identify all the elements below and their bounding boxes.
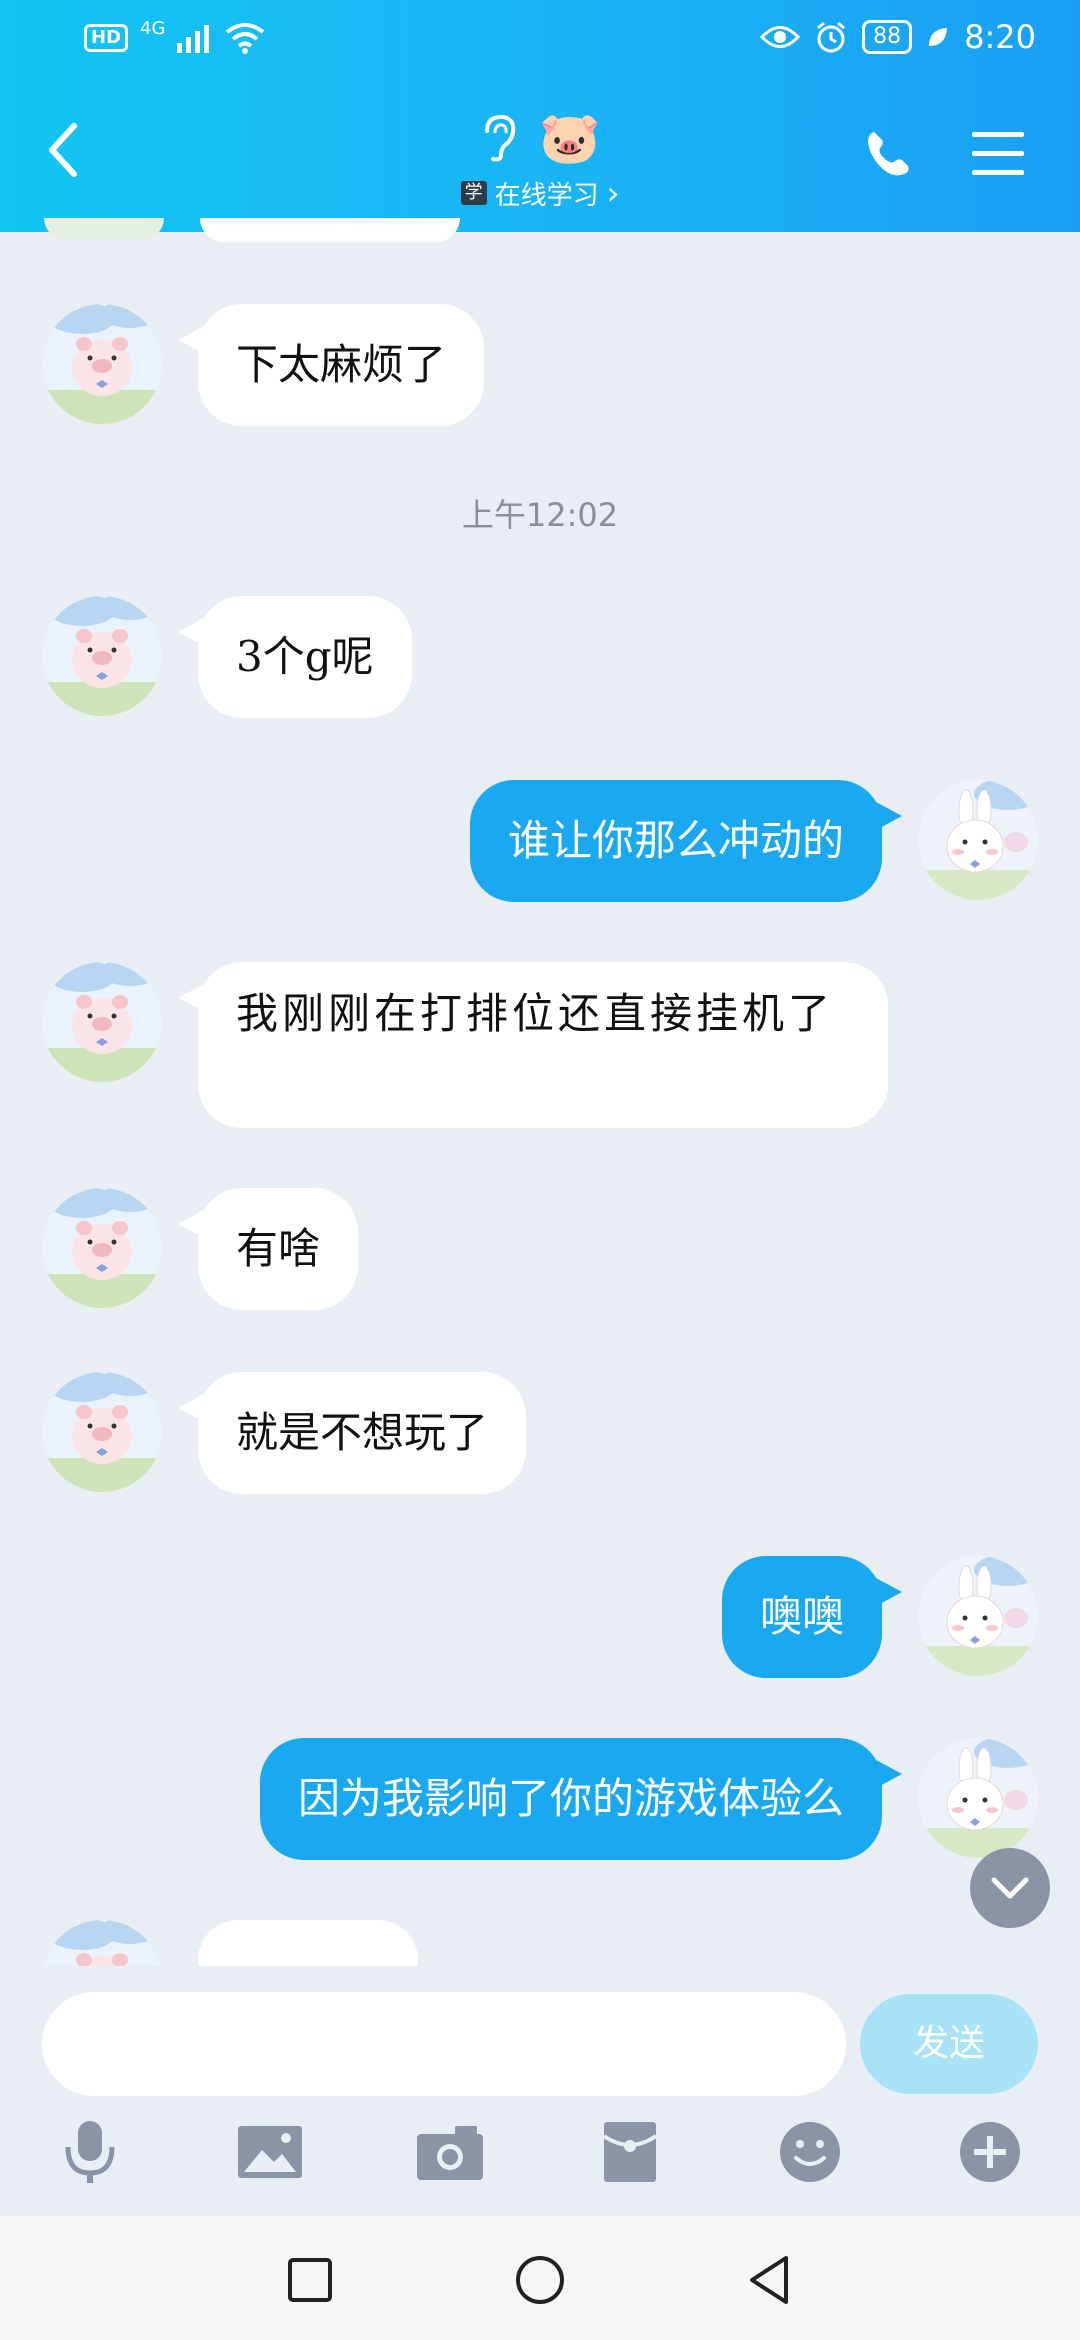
emoji-icon xyxy=(780,2122,840,2182)
alarm-icon xyxy=(817,21,846,53)
wifi-icon xyxy=(226,23,265,54)
chat-timestamp: 上午12:02 xyxy=(461,496,619,534)
signal-icon xyxy=(177,25,210,53)
chevron-right-icon: › xyxy=(606,174,620,212)
scroll-to-bottom-button[interactable] xyxy=(970,1848,1050,1928)
chevron-down-icon xyxy=(991,1877,1029,1899)
message-bubble-sent[interactable]: 噢噢 xyxy=(721,1556,903,1678)
leaf-icon xyxy=(929,28,948,46)
hd-indicator: HD xyxy=(84,24,129,52)
chat-title[interactable]: 🐷 学 在线学习 › xyxy=(0,108,1080,212)
status-left: HD 4G xyxy=(84,18,265,54)
chat-toolbar xyxy=(0,2110,1080,2210)
message-text: 因为我影响了你的游戏体验么 xyxy=(297,1774,844,1823)
my-avatar[interactable] xyxy=(918,1738,1038,1858)
message-bubble-sent[interactable]: 谁让你那么冲动的 xyxy=(469,780,903,902)
friend-avatar[interactable] xyxy=(42,962,162,1082)
camera-button[interactable] xyxy=(414,2116,486,2188)
pig-face-icon: 🐷 xyxy=(538,109,602,167)
more-button[interactable] xyxy=(954,2116,1026,2188)
battery-indicator: 88 xyxy=(862,20,913,54)
photo-button[interactable] xyxy=(234,2116,306,2188)
red-packet-icon xyxy=(602,2122,658,2182)
message-bubble-sent[interactable]: 因为我影响了你的游戏体验么 xyxy=(259,1738,903,1860)
status-bar: HD 4G 88 8:20 xyxy=(0,0,1080,80)
study-badge-icon: 学 xyxy=(460,181,487,205)
recent-apps-icon[interactable] xyxy=(280,2250,340,2310)
system-nav-bar xyxy=(0,2216,1080,2340)
friend-avatar[interactable] xyxy=(42,1188,162,1308)
message-bubble-received[interactable]: 就是不想玩了 xyxy=(177,1372,527,1494)
image-icon xyxy=(238,2126,302,2178)
home-icon[interactable] xyxy=(510,2250,570,2310)
camera-icon xyxy=(417,2126,483,2180)
message-text: 谁让你那么冲动的 xyxy=(507,816,844,865)
online-status-text: 在线学习 xyxy=(494,180,599,211)
message-text: 噢噢 xyxy=(759,1592,844,1641)
friend-avatar[interactable] xyxy=(42,304,162,424)
message-text: 3个g呢 xyxy=(236,632,374,681)
network-label: 4G xyxy=(140,17,166,39)
voice-button[interactable] xyxy=(54,2116,126,2188)
status-time: 8:20 xyxy=(964,18,1036,56)
title-icons: 🐷 xyxy=(0,108,1080,168)
send-button[interactable]: 发送 xyxy=(860,1994,1038,2094)
message-bubble-received[interactable]: 下太麻烦了 xyxy=(177,304,485,426)
my-avatar[interactable] xyxy=(918,780,1038,900)
red-packet-button[interactable] xyxy=(594,2116,666,2188)
eye-icon xyxy=(760,26,801,48)
message-input[interactable] xyxy=(42,1992,846,2096)
message-text: 有啥 xyxy=(236,1224,321,1273)
chat-header: HD 4G 88 8:20 🐷 学 在线学习 › xyxy=(0,0,1080,232)
message-text: 我刚刚在打排位还直接挂机了 xyxy=(236,989,835,1038)
emoji-button[interactable] xyxy=(774,2116,846,2188)
partial-bubble-top xyxy=(200,218,460,242)
menu-icon[interactable] xyxy=(970,130,1026,178)
message-bubble-received[interactable]: 我刚刚在打排位还直接挂机了 xyxy=(178,962,888,1128)
online-status[interactable]: 学 在线学习 › xyxy=(0,174,1080,212)
partial-avatar-top xyxy=(44,218,164,240)
status-right: 88 8:20 xyxy=(760,18,1036,56)
message-text: 下太麻烦了 xyxy=(236,340,447,389)
friend-avatar[interactable] xyxy=(42,1372,162,1492)
my-avatar[interactable] xyxy=(918,1556,1038,1676)
phone-icon[interactable] xyxy=(862,128,914,180)
ear-icon xyxy=(484,114,516,162)
message-text: 就是不想玩了 xyxy=(236,1408,489,1457)
message-bubble-received[interactable]: 有啥 xyxy=(177,1188,359,1310)
back-nav-icon[interactable] xyxy=(740,2250,800,2310)
message-bubble-received[interactable]: 3个g呢 xyxy=(178,596,412,718)
microphone-icon xyxy=(65,2121,115,2183)
plus-icon xyxy=(960,2122,1020,2182)
friend-avatar[interactable] xyxy=(42,596,162,716)
